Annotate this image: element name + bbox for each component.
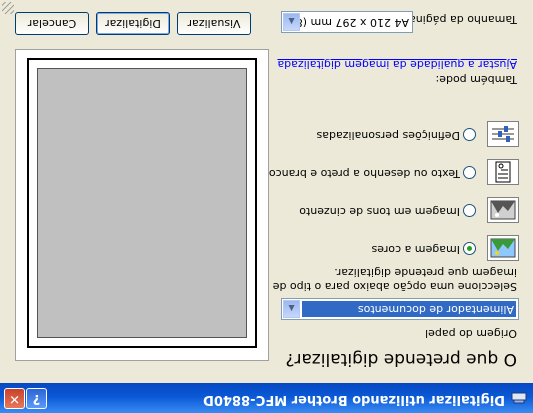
scan-area[interactable]	[37, 68, 247, 338]
custom-settings-icon	[487, 121, 519, 147]
scan-preview[interactable]	[15, 49, 269, 361]
paper-source-value: Alimentador de documentos	[302, 301, 516, 317]
instruction-text: Seleccione uma opção abaixo para o tipo …	[272, 266, 517, 293]
color-picture-icon	[487, 235, 519, 261]
grayscale-picture-icon	[487, 197, 519, 223]
scanner-icon	[511, 392, 527, 404]
option-black-white-radio[interactable]	[463, 166, 476, 179]
option-color-radio[interactable]	[463, 242, 476, 255]
option-grayscale-radio[interactable]	[463, 204, 476, 217]
option-grayscale[interactable]: Imagem em tons de cinzento	[269, 195, 519, 223]
option-grayscale-label: Imagem em tons de cinzento	[299, 205, 460, 218]
page-size-value: A4 210 x 297 mm (8.3	[285, 16, 409, 29]
close-button[interactable]: ✕	[4, 388, 25, 409]
dialog-question: O que pretende digitalizar?	[285, 349, 517, 369]
also-label: Também pode:	[435, 73, 518, 86]
black-white-text-icon	[487, 159, 519, 185]
help-button[interactable]: ?	[26, 388, 47, 409]
preview-button[interactable]: Visualizar	[177, 12, 251, 35]
paper-source-label: Origem do papel	[425, 327, 517, 340]
paper-source-select[interactable]: Alimentador de documentos ▲	[281, 298, 519, 320]
window-title: Digitalizar utilizando Brother MFC-8840D	[203, 392, 505, 407]
dropdown-arrow-icon[interactable]: ▲	[283, 13, 300, 31]
option-color[interactable]: Imagem a cores	[269, 233, 519, 261]
adjust-quality-link[interactable]: Ajustar a qualidade da imagem digitaliza…	[277, 58, 517, 71]
resize-grip-icon[interactable]	[2, 2, 14, 14]
option-custom-label: Definições personalizadas	[316, 129, 461, 142]
cancel-button[interactable]: Cancelar	[15, 12, 89, 35]
page-frame	[27, 58, 257, 348]
scan-dialog: Digitalizar utilizando Brother MFC-8840D…	[0, 0, 533, 413]
scan-button[interactable]: Digitalizar	[96, 12, 170, 35]
option-custom[interactable]: Definições personalizadas	[269, 119, 519, 147]
dropdown-arrow-icon[interactable]: ▲	[283, 300, 300, 318]
option-custom-radio[interactable]	[463, 128, 476, 141]
option-black-white[interactable]: Texto ou desenho a preto e branco	[269, 157, 519, 185]
option-black-white-label: Texto ou desenho a preto e branco	[268, 167, 460, 180]
title-bar[interactable]: Digitalizar utilizando Brother MFC-8840D…	[0, 383, 533, 413]
option-color-label: Imagem a cores	[371, 243, 460, 256]
page-size-select[interactable]: A4 210 x 297 mm (8.3 ▲	[281, 11, 413, 33]
page-size-label: Tamanho da página:	[405, 13, 517, 26]
